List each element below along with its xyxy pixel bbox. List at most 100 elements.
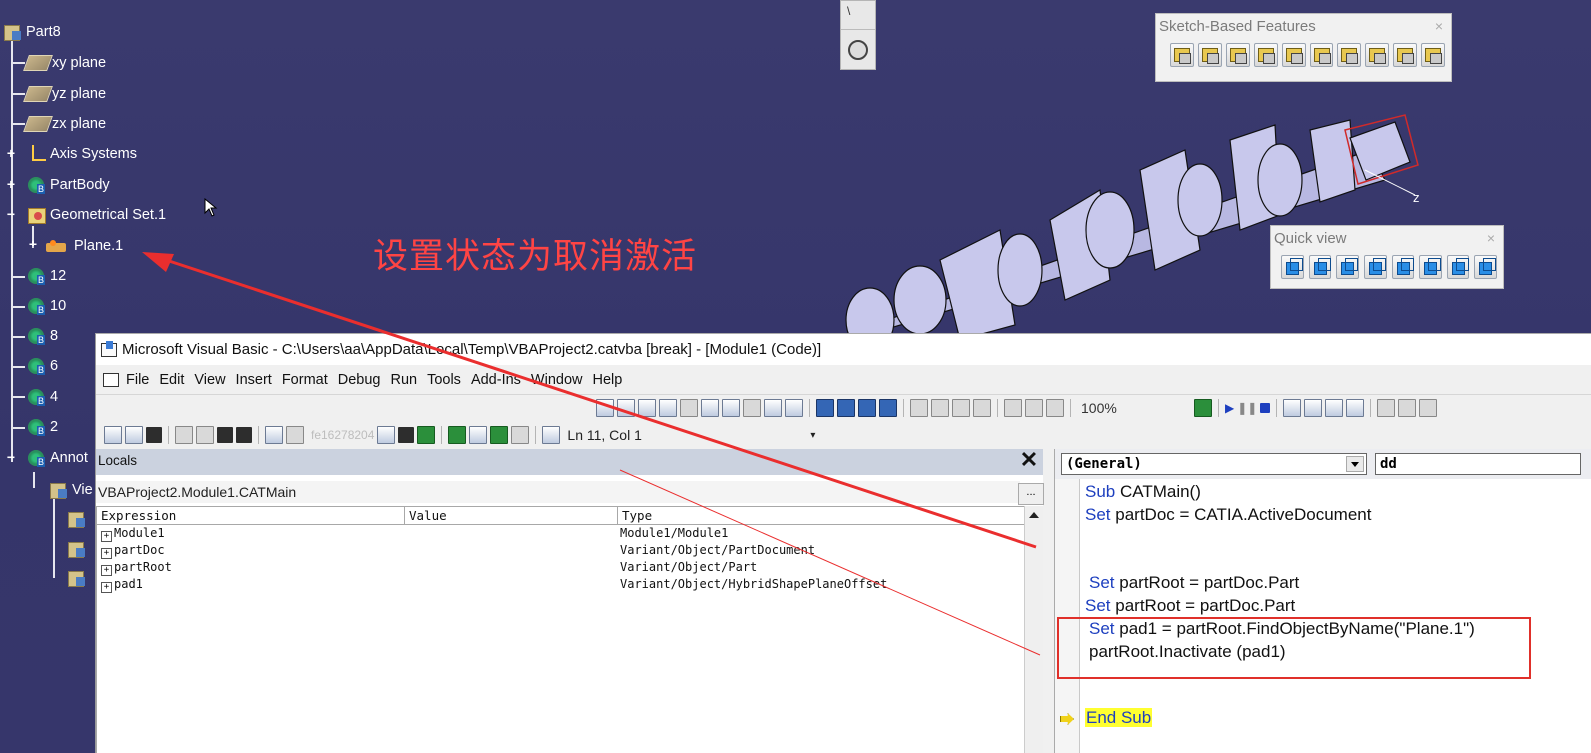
outdent-icon[interactable]: [722, 399, 740, 417]
tree-item-views[interactable]: Vie: [48, 479, 93, 501]
mini-toolbar[interactable]: \: [840, 0, 876, 70]
previous-bookmark-icon[interactable]: [858, 399, 876, 417]
step-over-icon[interactable]: [1325, 399, 1344, 417]
cut-icon[interactable]: [175, 426, 193, 444]
menu-bar[interactable]: File Edit View Insert Format Debug Run T…: [96, 365, 1591, 395]
call-stack-button[interactable]: ...: [1018, 483, 1044, 505]
remove-loft-icon[interactable]: [1421, 43, 1446, 67]
table-row[interactable]: + Module1 Module1/Module1: [97, 525, 1024, 542]
step-out-icon[interactable]: [1346, 399, 1365, 417]
menu-format[interactable]: Format: [282, 372, 328, 388]
distribute-icon[interactable]: [1025, 399, 1043, 417]
reset-project-icon[interactable]: [398, 427, 415, 443]
vb-menu-icon[interactable]: [102, 371, 119, 388]
isometric-view-icon[interactable]: [1281, 255, 1304, 279]
code-line[interactable]: Set partRoot = partDoc.Part: [1089, 573, 1299, 593]
tree-item-body-4[interactable]: 4: [26, 386, 58, 408]
column-expression[interactable]: Expression: [97, 507, 405, 524]
toolbox-icon[interactable]: [511, 426, 530, 444]
menu-tools[interactable]: Tools: [427, 372, 461, 388]
locals-grid[interactable]: Expression Value Type + Module1 Module1/M…: [96, 506, 1025, 753]
expand-icon[interactable]: +: [101, 531, 112, 542]
standard-toolbar[interactable]: fe16278204 Ln 11, Col 1 ▾: [104, 422, 815, 448]
tree-item-body-6[interactable]: 6: [26, 355, 58, 377]
code-line[interactable]: Set partRoot = partDoc.Part: [1085, 596, 1295, 616]
loft-icon[interactable]: [1393, 43, 1418, 67]
design-mode-icon[interactable]: [417, 426, 436, 444]
size-icon[interactable]: [952, 399, 970, 417]
stiffener-icon[interactable]: [1365, 43, 1390, 67]
tree-item-body-2[interactable]: 2: [26, 416, 58, 438]
expand-plane1[interactable]: +: [28, 237, 38, 251]
list-properties-icon[interactable]: [596, 399, 614, 417]
view-host-icon[interactable]: [104, 426, 122, 444]
properties-window-icon[interactable]: [469, 426, 488, 444]
tree-item-geometrical-set[interactable]: Geometrical Set.1: [26, 204, 166, 226]
reset-icon[interactable]: [1260, 403, 1271, 413]
watch-window-icon[interactable]: [1419, 399, 1438, 417]
paste-icon[interactable]: [217, 427, 233, 443]
immediate-window-icon[interactable]: [1398, 399, 1417, 417]
undo-icon[interactable]: [265, 426, 283, 444]
quick-info-icon[interactable]: [638, 399, 656, 417]
redo-icon[interactable]: [286, 426, 304, 444]
slot-icon[interactable]: [1337, 43, 1362, 67]
vb-editor-window[interactable]: Microsoft Visual Basic - C:\Users\aa\App…: [95, 333, 1591, 753]
object-combo[interactable]: (General): [1061, 453, 1367, 475]
groove-icon[interactable]: [1253, 43, 1278, 67]
rib-icon[interactable]: [1309, 43, 1334, 67]
save-icon[interactable]: [146, 427, 162, 443]
parameter-info-icon[interactable]: [659, 399, 677, 417]
expand-axis-systems[interactable]: +: [6, 146, 16, 160]
tree-item-plane1[interactable]: Plane.1: [46, 235, 123, 257]
toggle-bookmark-icon[interactable]: [816, 399, 834, 417]
column-value[interactable]: Value: [405, 507, 618, 524]
step-into-icon[interactable]: [1304, 399, 1323, 417]
procedure-combo[interactable]: dd: [1375, 453, 1581, 475]
menu-window[interactable]: Window: [531, 372, 583, 388]
code-line[interactable]: Sub CATMain(): [1085, 482, 1201, 502]
edit-debug-toolbar[interactable]: 100% ▶ ❚❚: [596, 395, 1438, 421]
expand-icon[interactable]: +: [101, 565, 112, 576]
code-line[interactable]: Set partDoc = CATIA.ActiveDocument: [1085, 505, 1371, 525]
pad-icon[interactable]: [1170, 43, 1194, 67]
tree-item-partbody[interactable]: PartBody: [26, 174, 110, 196]
table-row[interactable]: + partRoot Variant/Object/Part: [97, 559, 1024, 576]
locals-window[interactable]: Locals ✕ VBAProject2.Module1.CATMain ...…: [96, 449, 1044, 753]
menu-debug[interactable]: Debug: [338, 372, 381, 388]
order-icon[interactable]: [1004, 399, 1022, 417]
break-icon[interactable]: ❚❚: [1237, 401, 1257, 415]
close-locals-button[interactable]: ✕: [1017, 449, 1041, 473]
menu-file[interactable]: File: [126, 372, 149, 388]
toggle-breakpoint-icon[interactable]: [743, 399, 761, 417]
run-icon[interactable]: ▶: [1225, 401, 1234, 415]
clear-bookmarks-icon[interactable]: [879, 399, 897, 417]
quick-view-toolbar[interactable]: Quick view ×: [1270, 225, 1504, 289]
scroll-up-icon[interactable]: [1029, 512, 1039, 518]
expand-partbody[interactable]: +: [6, 177, 16, 191]
complete-word-icon[interactable]: [680, 399, 698, 417]
catia-viewport[interactable]: Part8 xy plane yz plane zx plane + Axis …: [0, 0, 1591, 753]
chevron-down-icon[interactable]: [1346, 456, 1364, 472]
tree-item-axis-systems[interactable]: Axis Systems: [26, 143, 137, 165]
find-icon[interactable]: [236, 427, 252, 443]
menu-help[interactable]: Help: [593, 372, 623, 388]
tree-item-annotation-set[interactable]: Annot: [26, 447, 88, 469]
tree-item-body-10[interactable]: 10: [26, 295, 66, 317]
window-titlebar[interactable]: Microsoft Visual Basic - C:\Users\aa\App…: [96, 334, 1591, 365]
tree-item-zx-plane[interactable]: zx plane: [23, 113, 106, 135]
comment-block-icon[interactable]: [764, 399, 782, 417]
run-sub-icon[interactable]: [377, 426, 396, 444]
close-icon[interactable]: ×: [1481, 229, 1501, 247]
shaft-icon[interactable]: [1225, 43, 1250, 67]
help-icon[interactable]: [542, 426, 561, 444]
left-view-icon[interactable]: [1363, 255, 1387, 279]
menu-add-ins[interactable]: Add-Ins: [471, 372, 521, 388]
tree-item-xy-plane[interactable]: xy plane: [23, 52, 106, 74]
center-icon[interactable]: [931, 399, 949, 417]
table-row[interactable]: + partDoc Variant/Object/PartDocument: [97, 542, 1024, 559]
top-view-icon[interactable]: [1419, 255, 1442, 279]
chevron-down-icon[interactable]: ▾: [810, 430, 815, 441]
tree-item-view-3[interactable]: [66, 567, 90, 589]
tree-item-body-12[interactable]: 12: [26, 265, 66, 287]
